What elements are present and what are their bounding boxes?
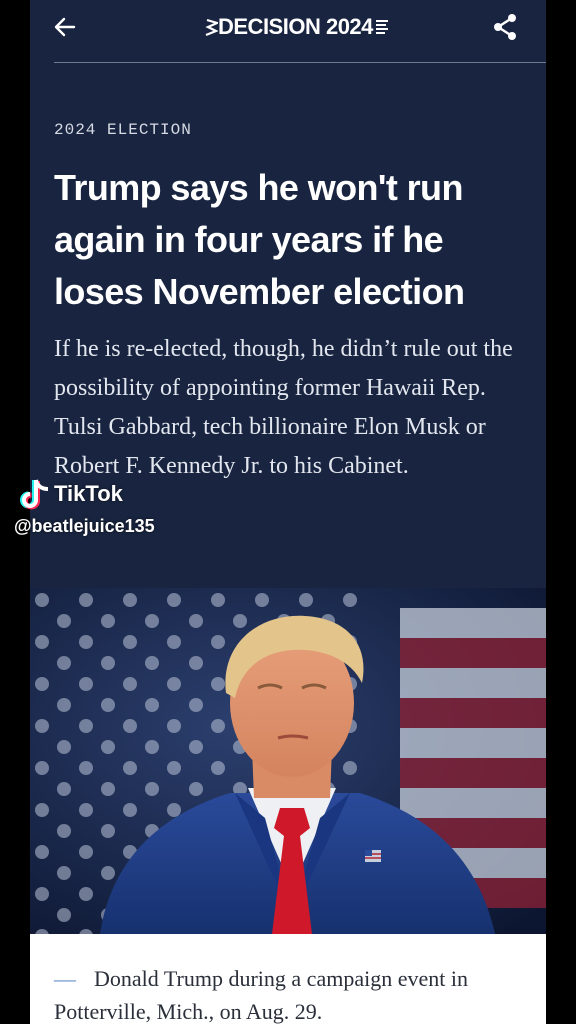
header-divider (54, 62, 546, 63)
star-icon (205, 18, 218, 37)
caption-text: — Donald Trump during a campaign event in… (54, 962, 534, 1024)
top-bar: DECISION 2024 (30, 0, 546, 62)
photo-caption: — Donald Trump during a campaign event in… (30, 934, 546, 1024)
share-button[interactable] (488, 10, 522, 44)
logo-lines-icon (375, 20, 388, 34)
tiktok-username: @beatlejuice135 (14, 516, 155, 536)
article-photo (30, 588, 546, 934)
portrait-photo (30, 588, 546, 934)
back-button[interactable] (50, 12, 80, 42)
tiktok-watermark: TikTok (18, 476, 123, 512)
tiktok-brand: TikTok (54, 481, 123, 506)
share-icon (494, 14, 516, 40)
article-dek: If he is re-elected, though, he didn’t r… (54, 336, 513, 479)
article-frame: DECISION 2024 2024 ELECTION Trump says h… (30, 0, 546, 1024)
decision-2024-logo: DECISION 2024 (204, 10, 388, 44)
article-headline: Trump says he won't run again in four ye… (54, 167, 465, 312)
caption-body: Donald Trump during a campaign event in … (54, 966, 468, 1024)
caption-dash: — (54, 966, 76, 991)
article-kicker: 2024 ELECTION (54, 121, 192, 139)
logo-text: DECISION 2024 (218, 14, 373, 39)
tiktok-logo-icon (20, 479, 49, 510)
arrow-left-icon (54, 17, 76, 37)
